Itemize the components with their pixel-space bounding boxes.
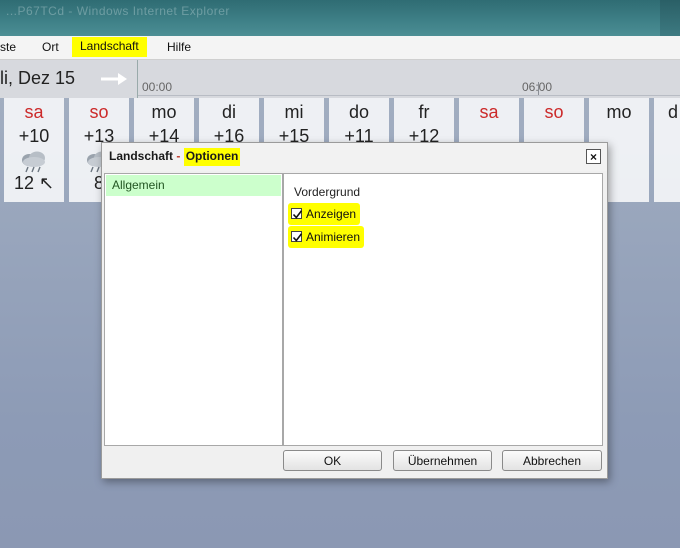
dialog-header: Landschaft - Optionen × <box>102 143 607 171</box>
cancel-button[interactable]: Abbrechen <box>502 450 602 471</box>
dialog-title-sub: Optionen <box>183 148 241 166</box>
checkbox-anzeigen[interactable] <box>291 208 303 219</box>
option-animieren[interactable]: Animieren <box>288 226 365 248</box>
day-name: do <box>348 102 370 122</box>
options-dialog: Landschaft - Optionen × Allgemein Vorder… <box>101 142 608 479</box>
settings-panel: Vordergrund Anzeigen Animieren <box>283 173 603 446</box>
window-title: ...P67TCd - Windows Internet Explorer <box>6 4 230 18</box>
day-name: sa <box>24 102 44 122</box>
timeline-marker <box>538 82 539 96</box>
menu-bar: ste Ort Landschaft Hilfe <box>0 36 680 60</box>
day-name: sa <box>479 102 499 122</box>
option-label: Anzeigen <box>306 207 357 221</box>
apply-button[interactable]: Übernehmen <box>393 450 492 471</box>
menu-item-ort[interactable]: Ort <box>42 40 59 54</box>
day-wind: 12 ↖ <box>13 173 55 193</box>
rain-cloud-icon <box>22 151 45 173</box>
menu-item-landschaft[interactable]: Landschaft <box>72 37 147 57</box>
ok-button[interactable]: OK <box>283 450 382 471</box>
option-label: Animieren <box>306 230 361 244</box>
menu-item-hilfe[interactable]: Hilfe <box>167 40 191 54</box>
checkmark-icon <box>292 233 303 242</box>
day-name: mi <box>284 102 304 122</box>
day-temperature: +10 <box>18 126 50 146</box>
dialog-title-main: Landschaft <box>109 149 174 163</box>
day-name: d <box>667 102 678 122</box>
menu-item-liste[interactable]: ste <box>0 40 16 54</box>
day-name: fr <box>418 102 430 122</box>
option-anzeigen[interactable]: Anzeigen <box>288 203 361 225</box>
category-item-allgemein[interactable]: Allgemein <box>106 175 281 196</box>
dialog-title: Landschaft - Optionen <box>109 148 241 166</box>
day-name: di <box>221 102 236 122</box>
day-name: so <box>89 102 109 122</box>
checkmark-icon <box>292 210 303 219</box>
day-name: mo <box>606 102 632 122</box>
current-date: li, Dez 15 <box>0 68 76 88</box>
forecast-day[interactable]: sa +10 12 ↖ <box>4 98 64 202</box>
timeline-axis <box>138 95 680 96</box>
category-list: Allgemein <box>104 173 283 446</box>
arrow-right-icon[interactable] <box>100 72 128 86</box>
close-button[interactable]: × <box>586 149 601 164</box>
window-frame-edge <box>660 0 680 36</box>
day-name: mo <box>151 102 177 122</box>
timeline-tick: 00:00 <box>142 80 173 94</box>
checkbox-animieren[interactable] <box>291 231 303 242</box>
window-titlebar: ...P67TCd - Windows Internet Explorer <box>0 0 680 36</box>
day-name: so <box>544 102 564 122</box>
dialog-title-separator: - <box>173 149 184 163</box>
forecast-day[interactable]: d <box>654 98 680 202</box>
group-label-vordergrund: Vordergrund <box>294 185 361 199</box>
timeline[interactable]: 00:00 06:00 <box>137 60 680 98</box>
